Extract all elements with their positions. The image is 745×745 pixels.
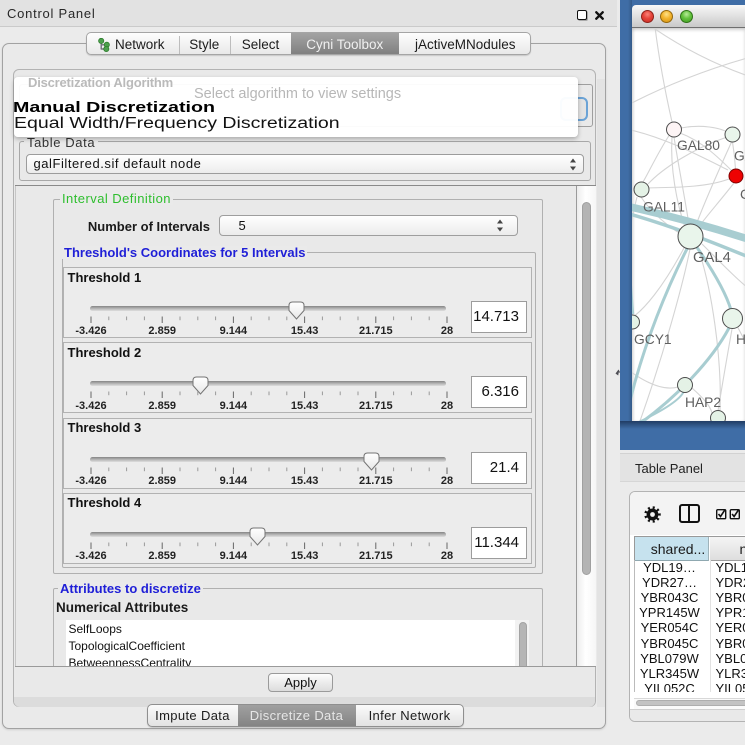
svg-text:GA: GA (734, 149, 745, 164)
svg-text:HAP2: HAP2 (685, 395, 721, 410)
svg-text:HI: HI (736, 332, 745, 347)
svg-text:GAL4: GAL4 (693, 250, 731, 266)
svg-text:GAL11: GAL11 (643, 200, 685, 215)
svg-text:GAL80: GAL80 (677, 138, 720, 153)
svg-text:GCY1: GCY1 (634, 332, 672, 347)
svg-text:C: C (740, 187, 745, 202)
